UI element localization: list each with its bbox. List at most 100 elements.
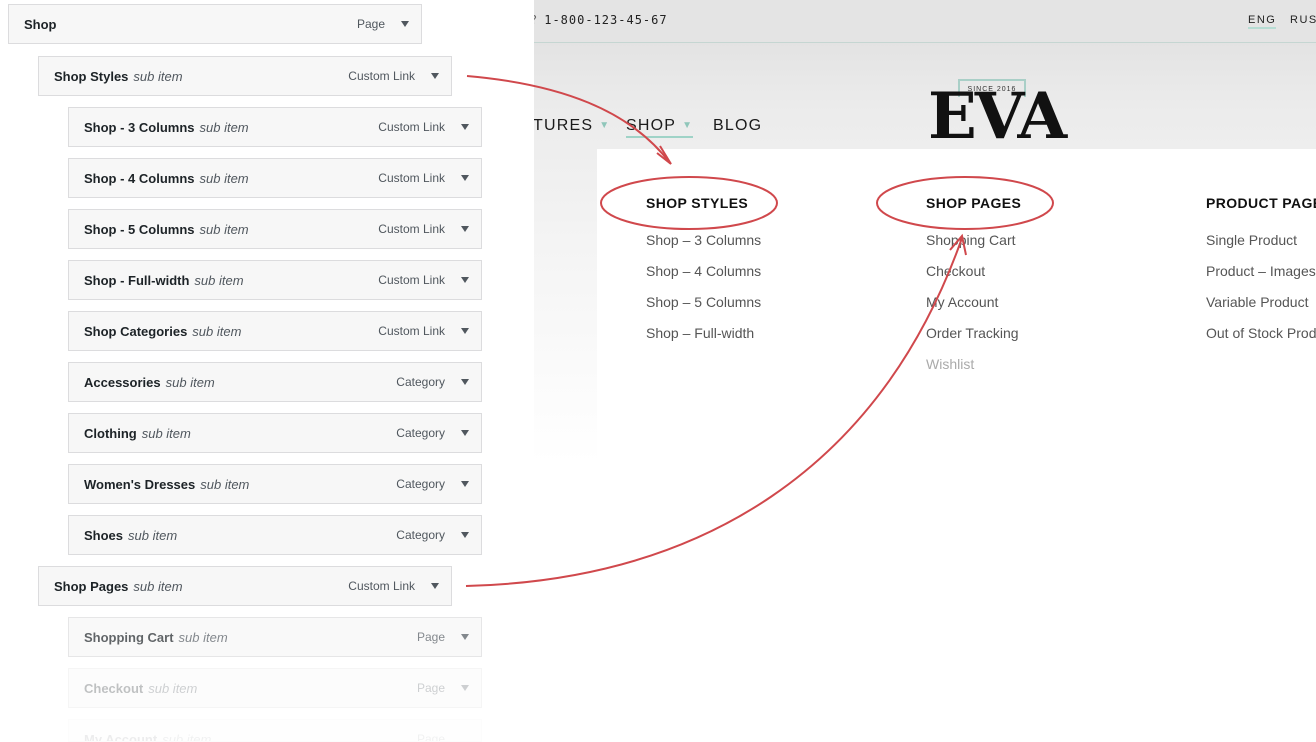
menu-item-title: Shop [24, 17, 57, 32]
menu-item-title: Clothing sub item [84, 426, 191, 441]
menu-item-checkout[interactable]: Checkout sub item Page [68, 668, 482, 708]
menu-item-type: Category [396, 528, 445, 542]
menu-item-title: Checkout sub item [84, 681, 198, 696]
menu-item-title: Women's Dresses sub item [84, 477, 250, 492]
menu-item-shop-4-columns[interactable]: Shop - 4 Columns sub item Custom Link [68, 158, 482, 198]
sub-item-label: sub item [199, 222, 249, 237]
menu-item-title: Shop - 5 Columns sub item [84, 222, 249, 237]
menu-item-title: Shopping Cart sub item [84, 630, 228, 645]
expand-arrow-icon[interactable] [461, 634, 469, 640]
nav-shop-label: SHOP [626, 117, 677, 134]
menu-item-shop-5-columns[interactable]: Shop - 5 Columns sub item Custom Link [68, 209, 482, 249]
language-rus[interactable]: RUS [1290, 14, 1316, 26]
nav-features[interactable]: TURES ▼ [533, 117, 610, 135]
sub-item-label: sub item [162, 732, 212, 742]
menu-item-title: Shop - 4 Columns sub item [84, 171, 249, 186]
menu-item-type: Custom Link [348, 69, 415, 83]
menu-item-shoes[interactable]: Shoes sub item Category [68, 515, 482, 555]
menu-item-type: Page [416, 630, 445, 644]
sub-item-label: sub item [192, 324, 242, 339]
menu-structure-editor: Shop Page Shop Styles sub item Custom Lin… [0, 0, 534, 742]
sub-item-label: sub item [165, 375, 215, 390]
menu-item-title: Shop - Full-width sub item [84, 273, 244, 288]
menu-item-womens-dresses[interactable]: Women's Dresses sub item Category [68, 464, 482, 504]
menu-item-shopping-cart[interactable]: Shopping Cart sub item Page [68, 617, 482, 657]
mega-column-title[interactable]: SHOP STYLES [646, 195, 748, 211]
menu-item-type: Page [416, 681, 445, 695]
menu-item-shop-pages[interactable]: Shop Pages sub item Custom Link [38, 566, 452, 606]
menu-item-type: Custom Link [378, 171, 445, 185]
menu-item-type: Category [396, 426, 445, 440]
nav-shop[interactable]: SHOP ▼ [626, 117, 694, 138]
mega-column-title[interactable]: PRODUCT PAGE [1206, 195, 1316, 211]
menu-item-type: Custom Link [378, 324, 445, 338]
mega-link[interactable]: Single Product [1206, 231, 1316, 262]
mega-link[interactable]: Shop – 4 Columns [646, 262, 761, 293]
sub-item-label: sub item [200, 477, 250, 492]
top-bar: ? 1-800-123-45-67 ENG RUS [500, 0, 1316, 43]
expand-arrow-icon[interactable] [461, 226, 469, 232]
mega-link[interactable]: Shopping Cart [926, 231, 1019, 262]
mega-link[interactable]: Order Tracking [926, 324, 1019, 355]
sub-item-label: sub item [199, 171, 249, 186]
menu-item-shop[interactable]: Shop Page [8, 4, 422, 44]
menu-item-type: Custom Link [348, 579, 415, 593]
sub-item-label: sub item [133, 69, 183, 84]
mega-menu-dropdown: SHOP STYLES Shop – 3 Columns Shop – 4 Co… [597, 149, 1316, 742]
mega-link[interactable]: Out of Stock Produc [1206, 324, 1316, 355]
mega-link[interactable]: Checkout [926, 262, 1019, 293]
expand-arrow-icon[interactable] [401, 21, 409, 27]
expand-arrow-icon[interactable] [431, 583, 439, 589]
expand-arrow-icon[interactable] [461, 124, 469, 130]
menu-item-title: Accessories sub item [84, 375, 215, 390]
menu-item-type: Page [416, 732, 445, 742]
sub-item-label: sub item [148, 681, 198, 696]
mega-link[interactable]: My Account [926, 293, 1019, 324]
expand-arrow-icon[interactable] [431, 73, 439, 79]
phone-text: 1-800-123-45-67 [544, 13, 668, 27]
expand-arrow-icon[interactable] [461, 328, 469, 334]
menu-item-clothing[interactable]: Clothing sub item Category [68, 413, 482, 453]
expand-arrow-icon[interactable] [461, 685, 469, 691]
menu-item-type: Custom Link [378, 222, 445, 236]
menu-item-accessories[interactable]: Accessories sub item Category [68, 362, 482, 402]
expand-arrow-icon[interactable] [461, 379, 469, 385]
logo-wordmark: EVA [928, 79, 1067, 154]
storefront-preview: ? 1-800-123-45-67 ENG RUS TURES ▼ SHOP ▼ BL… [500, 0, 1316, 742]
expand-arrow-icon[interactable] [461, 277, 469, 283]
mega-link[interactable]: Variable Product [1206, 293, 1316, 324]
menu-item-title: Shop Styles sub item [54, 69, 183, 84]
menu-item-type: Custom Link [378, 120, 445, 134]
mega-link[interactable]: Product – Images S [1206, 262, 1316, 293]
sub-item-label: sub item [133, 579, 183, 594]
sub-item-label: sub item [194, 273, 244, 288]
menu-item-shop-styles[interactable]: Shop Styles sub item Custom Link [38, 56, 452, 96]
menu-item-type: Custom Link [378, 273, 445, 287]
mega-column-title[interactable]: SHOP PAGES [926, 195, 1021, 211]
mega-link[interactable]: Shop – Full-width [646, 324, 761, 355]
sub-item-label: sub item [141, 426, 191, 441]
menu-item-shop-full-width[interactable]: Shop - Full-width sub item Custom Link [68, 260, 482, 300]
expand-arrow-icon[interactable] [461, 430, 469, 436]
phone-number: ? 1-800-123-45-67 [530, 13, 668, 27]
menu-item-title: Shop Categories sub item [84, 324, 242, 339]
chevron-down-icon: ▼ [682, 120, 694, 131]
nav-features-label: TURES [533, 117, 594, 134]
menu-item-shop-3-columns[interactable]: Shop - 3 Columns sub item Custom Link [68, 107, 482, 147]
expand-arrow-icon[interactable] [461, 175, 469, 181]
sub-item-label: sub item [178, 630, 228, 645]
language-eng[interactable]: ENG [1248, 14, 1277, 29]
expand-arrow-icon[interactable] [461, 481, 469, 487]
menu-item-shop-categories[interactable]: Shop Categories sub item Custom Link [68, 311, 482, 351]
mega-link[interactable]: Shop – 5 Columns [646, 293, 761, 324]
sub-item-label: sub item [128, 528, 178, 543]
expand-arrow-icon[interactable] [461, 532, 469, 538]
menu-item-title: My Account sub item [84, 732, 212, 742]
menu-item-title: Shop - 3 Columns sub item [84, 120, 249, 135]
mega-link[interactable]: Wishlist [926, 355, 1019, 386]
sub-item-label: sub item [199, 120, 249, 135]
menu-item-title: Shop Pages sub item [54, 579, 183, 594]
menu-item-my-account[interactable]: My Account sub item Page [68, 719, 482, 742]
nav-blog[interactable]: BLOG [713, 117, 762, 135]
mega-link[interactable]: Shop – 3 Columns [646, 231, 761, 262]
